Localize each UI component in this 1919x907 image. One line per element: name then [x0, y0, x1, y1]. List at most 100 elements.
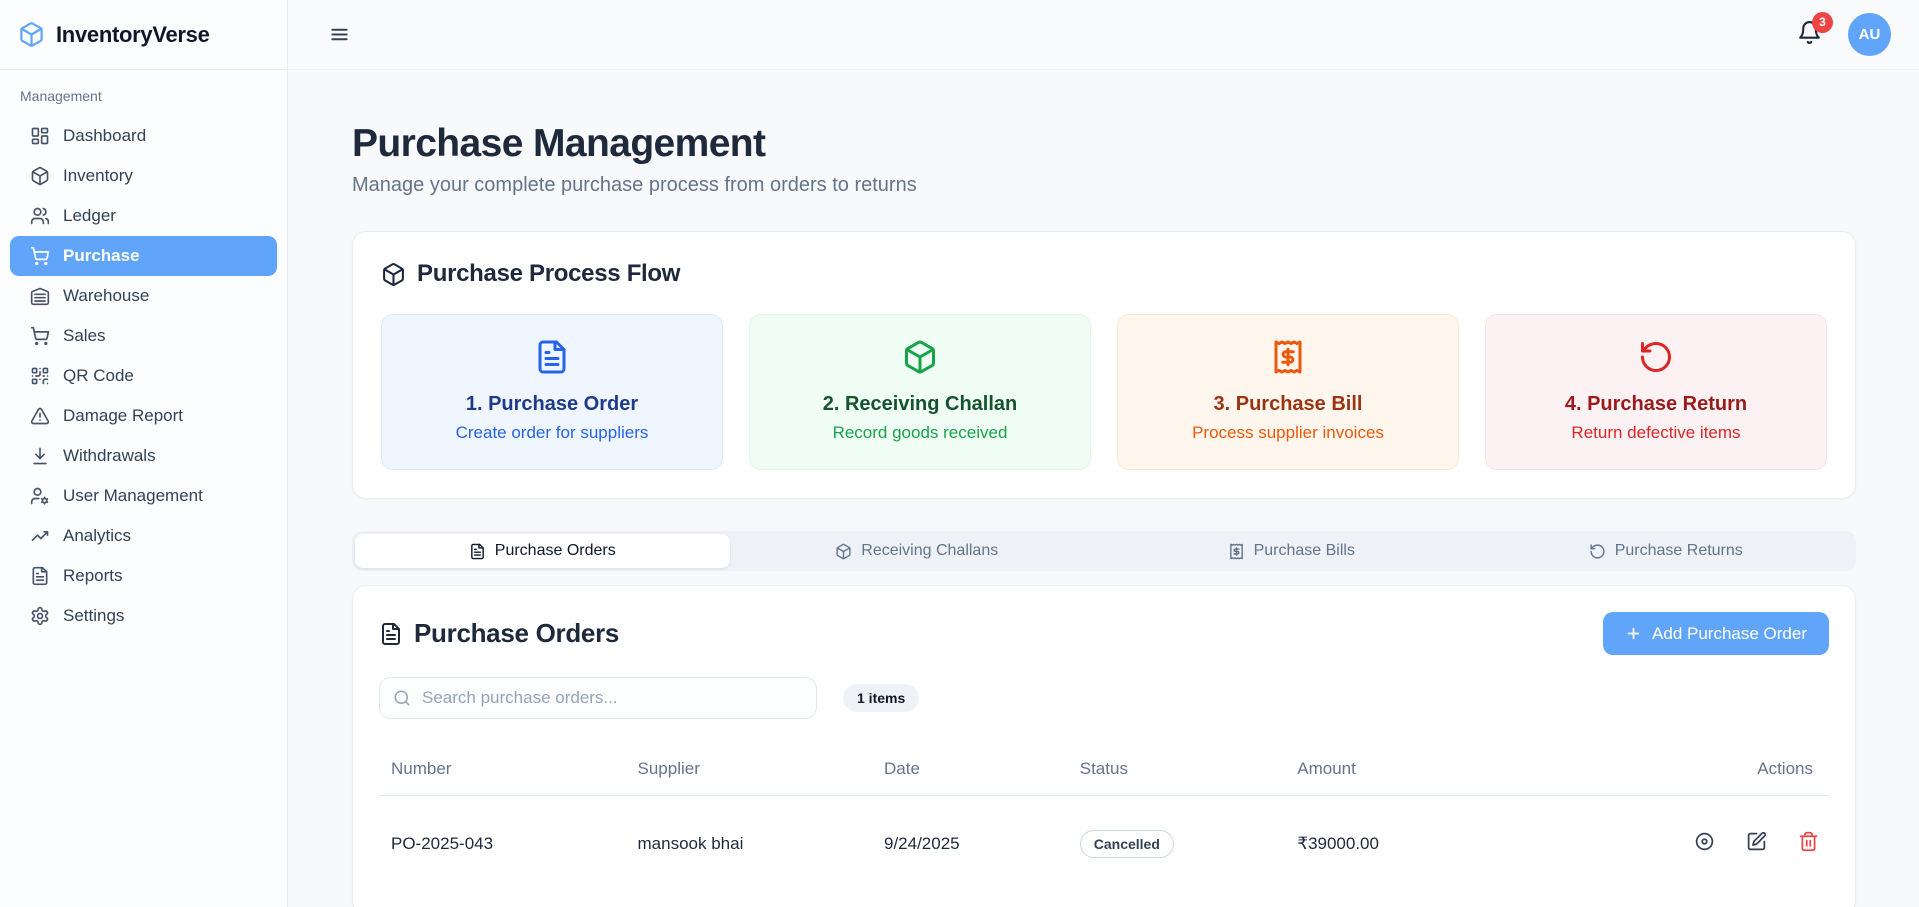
search-box	[379, 677, 817, 719]
sidebar-item-label: Ledger	[63, 206, 116, 226]
view-eye-icon	[1694, 831, 1715, 852]
sidebar-item-withdrawals[interactable]: Withdrawals	[10, 436, 277, 476]
sidebar-item-label: User Management	[63, 486, 203, 506]
shopping-cart-icon	[30, 246, 50, 266]
sidebar-item-label: QR Code	[63, 366, 134, 386]
step-subtitle: Return defective items	[1500, 423, 1812, 443]
order-supplier: mansook bhai	[626, 796, 873, 889]
sidebar-item-label: Purchase	[63, 246, 140, 266]
col-actions: Actions	[1626, 747, 1829, 796]
package-icon	[381, 262, 406, 287]
sidebar: InventoryVerse Management Dashboard Inve…	[0, 0, 288, 907]
step-purchase-return[interactable]: 4. Purchase Return Return defective item…	[1485, 314, 1827, 470]
rotate-ccw-icon	[1638, 339, 1674, 375]
view-order-button[interactable]	[1694, 831, 1715, 852]
search-purchase-orders-input[interactable]	[379, 677, 817, 719]
tab-label: Purchase Returns	[1615, 542, 1743, 560]
sidebar-nav: Management Dashboard Inventory Ledger Pu…	[0, 70, 287, 636]
items-count-badge: 1 items	[843, 684, 919, 712]
sidebar-item-sales[interactable]: Sales	[10, 316, 277, 356]
rotate-ccw-icon	[1589, 543, 1606, 560]
download-icon	[30, 446, 50, 466]
delete-order-button[interactable]	[1798, 831, 1819, 852]
sidebar-item-label: Damage Report	[63, 406, 183, 426]
process-flow-header: Purchase Process Flow	[381, 260, 1827, 288]
step-title: 1. Purchase Order	[396, 393, 708, 416]
sidebar-item-label: Withdrawals	[63, 446, 156, 466]
sidebar-item-qr-code[interactable]: QR Code	[10, 356, 277, 396]
tab-label: Purchase Orders	[495, 542, 616, 560]
process-flow-title: Purchase Process Flow	[417, 260, 680, 288]
plus-icon	[1625, 625, 1642, 642]
col-supplier: Supplier	[626, 747, 873, 796]
col-date: Date	[872, 747, 1068, 796]
sidebar-item-label: Dashboard	[63, 126, 146, 146]
edit-pencil-icon	[1746, 831, 1767, 852]
file-text-icon	[379, 622, 403, 646]
sidebar-item-label: Analytics	[63, 526, 131, 546]
users-icon	[30, 206, 50, 226]
order-amount: ₹39000.00	[1285, 796, 1626, 889]
package-icon	[835, 543, 852, 560]
purchase-orders-card: Purchase Orders Add Purchase Order 1 ite…	[352, 585, 1856, 907]
order-status-cell: Cancelled	[1068, 796, 1286, 889]
step-receiving-challan[interactable]: 2. Receiving Challan Record goods receiv…	[749, 314, 1091, 470]
sidebar-item-purchase[interactable]: Purchase	[10, 236, 277, 276]
page-subtitle: Manage your complete purchase process fr…	[352, 174, 1856, 197]
package-icon	[902, 339, 938, 375]
step-title: 2. Receiving Challan	[764, 393, 1076, 416]
orders-search-row: 1 items	[379, 677, 1829, 719]
step-title: 3. Purchase Bill	[1132, 393, 1444, 416]
process-flow-card: Purchase Process Flow 1. Purchase Order …	[352, 231, 1856, 499]
order-date: 9/24/2025	[872, 796, 1068, 889]
qr-code-icon	[30, 366, 50, 386]
process-steps: 1. Purchase Order Create order for suppl…	[381, 314, 1827, 470]
file-text-icon	[30, 566, 50, 586]
step-purchase-order[interactable]: 1. Purchase Order Create order for suppl…	[381, 314, 723, 470]
sidebar-item-damage-report[interactable]: Damage Report	[10, 396, 277, 436]
sidebar-item-analytics[interactable]: Analytics	[10, 516, 277, 556]
receipt-icon	[1228, 543, 1245, 560]
order-actions	[1626, 796, 1829, 889]
notifications-button[interactable]: 3	[1797, 20, 1822, 50]
col-amount: Amount	[1285, 747, 1626, 796]
add-purchase-order-label: Add Purchase Order	[1652, 624, 1807, 644]
order-number: PO-2025-043	[379, 796, 626, 889]
nav-section-label: Management	[0, 88, 287, 104]
sidebar-item-dashboard[interactable]: Dashboard	[10, 116, 277, 156]
package-icon	[30, 166, 50, 186]
warehouse-icon	[30, 286, 50, 306]
avatar[interactable]: AU	[1848, 13, 1891, 56]
section-tabbar: Purchase Orders Receiving Challans Purch…	[352, 531, 1856, 571]
sidebar-item-ledger[interactable]: Ledger	[10, 196, 277, 236]
edit-order-button[interactable]	[1746, 831, 1767, 852]
step-subtitle: Create order for suppliers	[396, 423, 708, 443]
col-status: Status	[1068, 747, 1286, 796]
tab-purchase-returns[interactable]: Purchase Returns	[1479, 534, 1854, 568]
topbar: 3 AU	[288, 0, 1919, 70]
sidebar-item-settings[interactable]: Settings	[10, 596, 277, 636]
tab-purchase-bills[interactable]: Purchase Bills	[1104, 534, 1479, 568]
sidebar-item-label: Settings	[63, 606, 124, 626]
add-purchase-order-button[interactable]: Add Purchase Order	[1603, 612, 1829, 655]
sidebar-item-warehouse[interactable]: Warehouse	[10, 276, 277, 316]
receipt-icon	[1270, 339, 1306, 375]
sidebar-item-reports[interactable]: Reports	[10, 556, 277, 596]
topbar-right: 3 AU	[1797, 13, 1891, 56]
tab-purchase-orders[interactable]: Purchase Orders	[355, 534, 730, 568]
tab-label: Purchase Bills	[1254, 542, 1355, 560]
shopping-cart-icon	[30, 326, 50, 346]
app-window: InventoryVerse Management Dashboard Inve…	[0, 0, 1919, 907]
sidebar-item-inventory[interactable]: Inventory	[10, 156, 277, 196]
step-purchase-bill[interactable]: 3. Purchase Bill Process supplier invoic…	[1117, 314, 1459, 470]
main-area: 3 AU Purchase Management Manage your com…	[288, 0, 1919, 907]
menu-toggle-button[interactable]	[330, 25, 349, 44]
sidebar-item-label: Warehouse	[63, 286, 149, 306]
sidebar-item-user-management[interactable]: User Management	[10, 476, 277, 516]
tab-receiving-challans[interactable]: Receiving Challans	[730, 534, 1105, 568]
brand-logo: InventoryVerse	[0, 0, 287, 70]
gear-icon	[30, 606, 50, 626]
cube-logo-icon	[18, 21, 45, 48]
file-text-icon	[534, 339, 570, 375]
orders-section-title: Purchase Orders	[414, 618, 619, 649]
